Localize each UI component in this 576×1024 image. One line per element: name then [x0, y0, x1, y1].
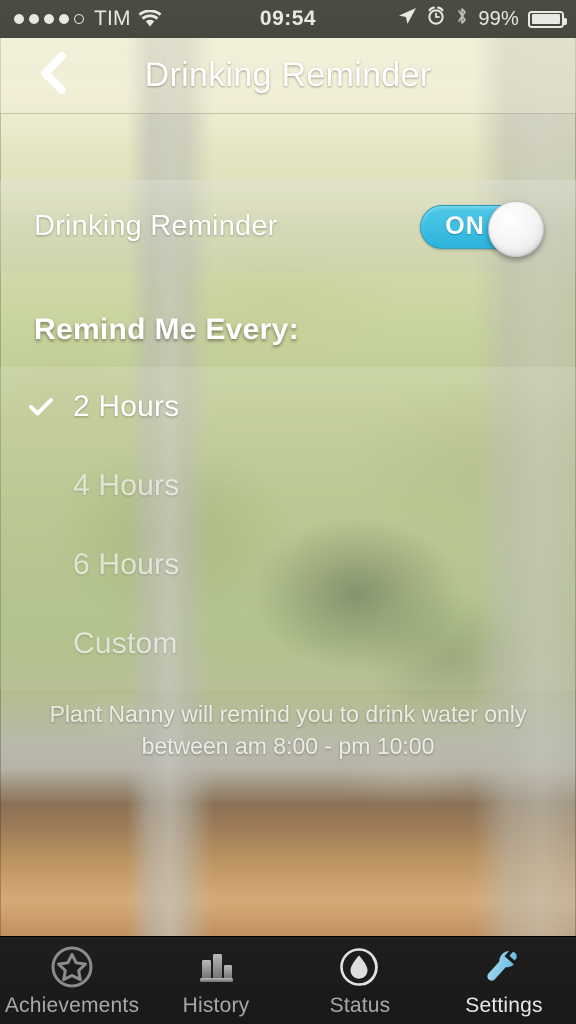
- option-row[interactable]: Custom: [0, 604, 576, 683]
- bar-chart-icon: [193, 944, 239, 990]
- option-row[interactable]: 6 Hours: [0, 525, 576, 604]
- reminder-window-note-line2: between am 8:00 - pm 10:00: [141, 733, 435, 759]
- drinking-reminder-switch[interactable]: ON: [420, 200, 544, 257]
- option-row[interactable]: 4 Hours: [0, 446, 576, 525]
- reminder-interval-options: 2 Hours 4 Hours 6 Hours Custom: [0, 367, 576, 683]
- tab-label-achievements: Achievements: [4, 993, 140, 1017]
- tab-label-history: History: [182, 993, 250, 1017]
- battery-full-icon: [528, 10, 567, 28]
- wrench-icon: [481, 944, 527, 990]
- tab-label-status: Status: [329, 993, 391, 1017]
- tab-settings[interactable]: Settings: [432, 937, 576, 1024]
- water-drop-icon: [337, 944, 383, 990]
- checkmark-icon: [26, 396, 56, 418]
- switch-knob[interactable]: [488, 200, 544, 257]
- option-label: 6 Hours: [73, 547, 180, 581]
- option-label: 4 Hours: [73, 468, 180, 502]
- option-row[interactable]: 2 Hours: [0, 367, 576, 446]
- status-bar-time: 09:54: [259, 7, 317, 30]
- option-label: Custom: [73, 626, 178, 660]
- remind-me-every-heading: Remind Me Every:: [34, 313, 299, 346]
- back-button[interactable]: [30, 51, 76, 100]
- option-label: 2 Hours: [73, 389, 180, 423]
- tab-label-settings: Settings: [465, 993, 543, 1017]
- chevron-left-icon: [36, 51, 70, 100]
- star-in-circle-icon: [49, 944, 95, 990]
- tab-bar: Achievements History Status Settings: [0, 936, 576, 1024]
- navigation-bar: Drinking Reminder: [0, 38, 576, 114]
- reminder-window-note: Plant Nanny will remind you to drink wat…: [0, 698, 576, 762]
- drinking-reminder-label: Drinking Reminder: [34, 210, 278, 242]
- tab-achievements[interactable]: Achievements: [0, 937, 144, 1024]
- status-bar: TIM 09:54 99%: [0, 0, 576, 38]
- tab-history[interactable]: History: [144, 937, 288, 1024]
- app-screen: TIM 09:54 99% Drinking Reminder Drinking…: [0, 0, 576, 1024]
- tab-status[interactable]: Status: [288, 937, 432, 1024]
- drinking-reminder-toggle-row[interactable]: Drinking Reminder ON: [0, 180, 576, 273]
- reminder-window-note-line1: Plant Nanny will remind you to drink wat…: [49, 701, 527, 727]
- page-title: Drinking Reminder: [144, 56, 432, 94]
